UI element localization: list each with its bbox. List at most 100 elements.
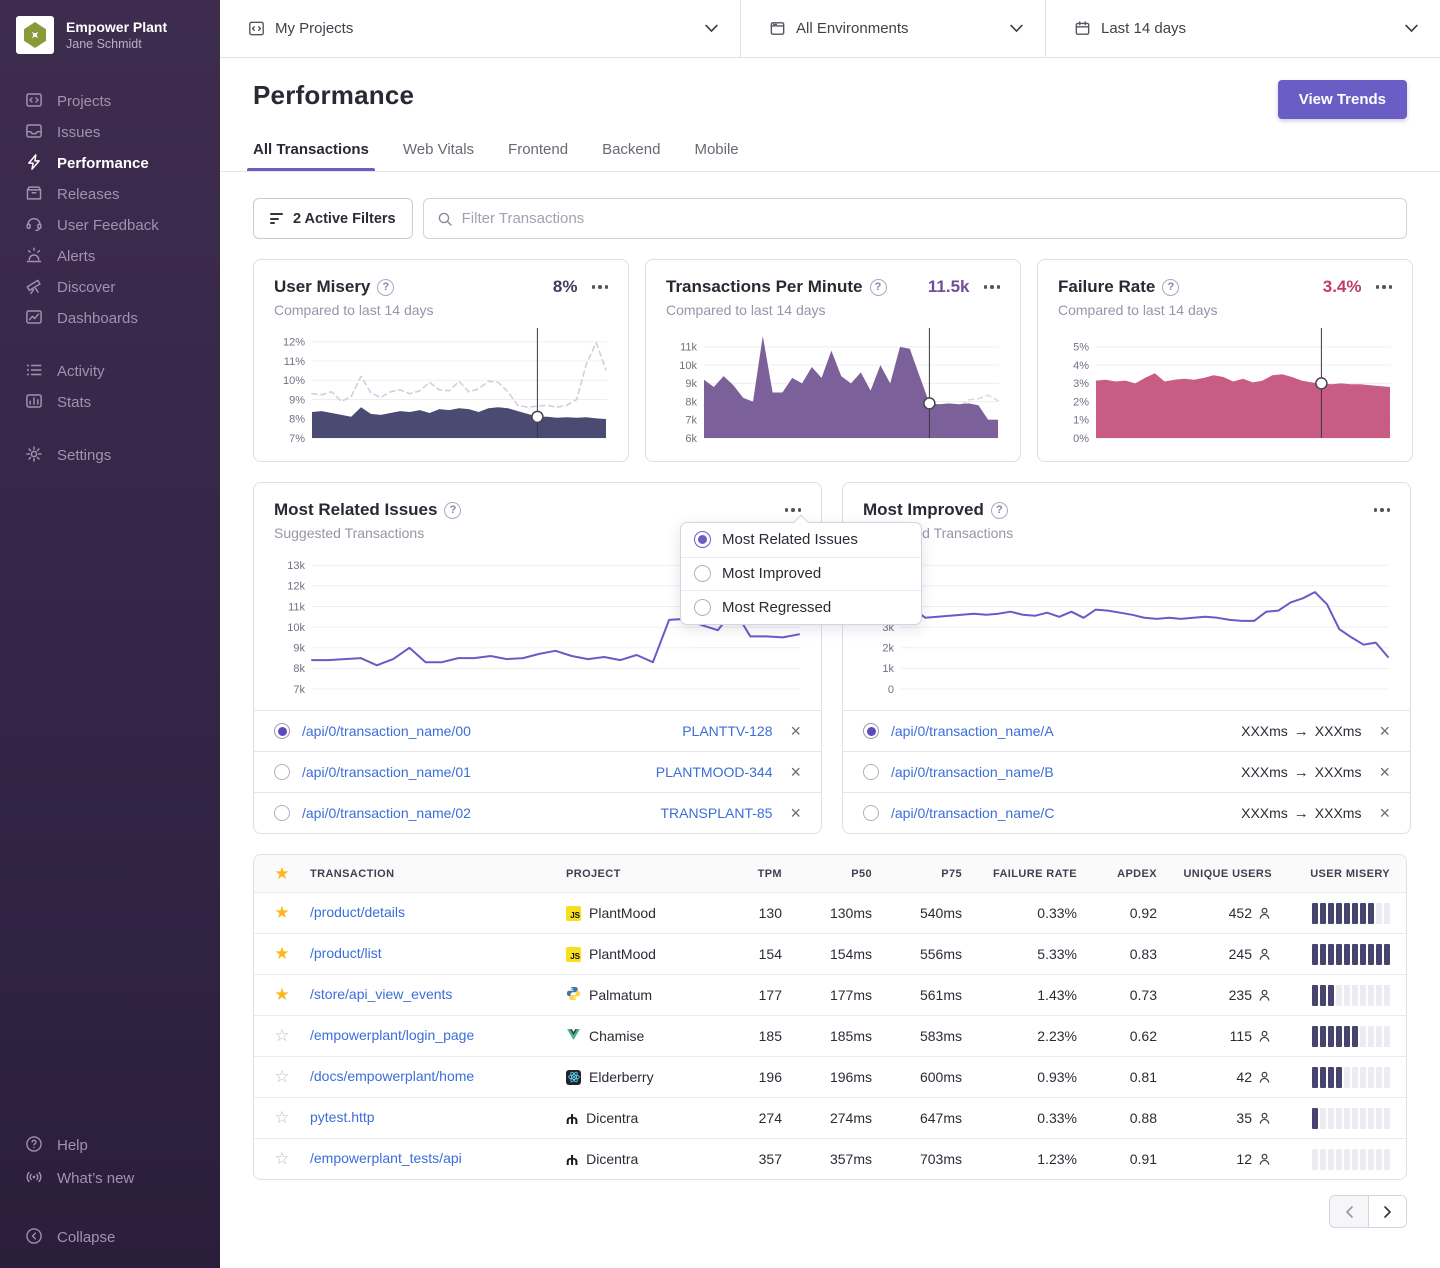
sidebar-item-stats[interactable]: Stats: [0, 387, 220, 418]
ellipsis-menu-icon[interactable]: [785, 504, 802, 516]
tab-all-transactions[interactable]: All Transactions: [253, 141, 369, 171]
svg-text:5%: 5%: [1073, 342, 1089, 354]
close-icon[interactable]: ×: [790, 722, 801, 740]
ellipsis-menu-icon[interactable]: [984, 281, 1001, 293]
sidebar-item-alerts[interactable]: Alerts: [0, 241, 220, 272]
close-icon[interactable]: ×: [1379, 763, 1390, 781]
sidebar-item-label: Releases: [57, 186, 120, 203]
favorite-star[interactable]: ☆: [254, 1108, 310, 1128]
tpm-chart[interactable]: 11k10k9k8k7k6k: [666, 326, 1000, 446]
transaction-link[interactable]: /product/details: [310, 904, 405, 920]
help-circle-icon[interactable]: ?: [444, 502, 461, 519]
sidebar-item-settings[interactable]: Settings: [0, 440, 220, 471]
transaction-link[interactable]: /api/0/transaction_name/01: [302, 764, 471, 780]
transaction-link[interactable]: /empowerplant_tests/api: [310, 1150, 462, 1166]
transaction-link[interactable]: /empowerplant/login_page: [310, 1027, 474, 1043]
chevron-left-icon: [1344, 1205, 1355, 1219]
col-project[interactable]: PROJECT: [566, 868, 716, 880]
radio-selected[interactable]: [863, 723, 879, 739]
close-icon[interactable]: ×: [1379, 804, 1390, 822]
user-misery-chart[interactable]: 12%11%10%9%8%7%: [274, 326, 608, 446]
favorite-star[interactable]: ☆: [254, 1026, 310, 1046]
transaction-link[interactable]: /api/0/transaction_name/02: [302, 805, 471, 821]
org-switcher[interactable]: Empower Plant Jane Schmidt: [0, 16, 220, 60]
sidebar-item-whats-new[interactable]: What’s new: [0, 1162, 220, 1195]
date-range-selector[interactable]: Last 14 days: [1046, 0, 1440, 57]
menu-item-most-improved[interactable]: Most Improved: [681, 557, 921, 591]
transaction-link[interactable]: /store/api_view_events: [310, 986, 452, 1002]
favorite-star[interactable]: ★: [254, 985, 310, 1005]
transaction-link[interactable]: /api/0/transaction_name/A: [891, 723, 1054, 739]
col-tpm[interactable]: TPM: [716, 868, 786, 880]
menu-item-most-related-issues[interactable]: Most Related Issues: [681, 523, 921, 557]
col-user-misery[interactable]: USER MISERY: [1276, 868, 1406, 880]
transaction-link[interactable]: /api/0/transaction_name/00: [302, 723, 471, 739]
close-icon[interactable]: ×: [1379, 722, 1390, 740]
svg-text:3%: 3%: [1073, 378, 1089, 390]
tab-mobile[interactable]: Mobile: [694, 141, 738, 171]
sidebar-item-projects[interactable]: Projects: [0, 86, 220, 117]
menu-item-most-regressed[interactable]: Most Regressed: [681, 590, 921, 624]
favorite-star[interactable]: ★: [254, 903, 310, 923]
radio-unselected[interactable]: [863, 764, 879, 780]
tab-web-vitals[interactable]: Web Vitals: [403, 141, 474, 171]
radio-selected[interactable]: [274, 723, 290, 739]
project-name: PlantMood: [589, 946, 656, 962]
transaction-link[interactable]: /product/list: [310, 945, 382, 961]
sidebar-item-performance[interactable]: Performance: [0, 148, 220, 179]
user-misery-bars: [1276, 1108, 1406, 1129]
transaction-link[interactable]: /api/0/transaction_name/C: [891, 805, 1054, 821]
transaction-link[interactable]: /api/0/transaction_name/B: [891, 764, 1054, 780]
issue-link[interactable]: PLANTTV-128: [682, 723, 772, 739]
favorite-star[interactable]: ★: [254, 944, 310, 964]
list-item: /api/0/transaction_name/B XXXms→XXXms×: [843, 751, 1410, 792]
transaction-link[interactable]: pytest.http: [310, 1109, 375, 1125]
help-circle-icon[interactable]: ?: [1162, 279, 1179, 296]
help-circle-icon[interactable]: ?: [991, 502, 1008, 519]
sidebar-item-help[interactable]: Help: [0, 1129, 220, 1162]
radio-unselected[interactable]: [274, 805, 290, 821]
col-failure-rate[interactable]: FAILURE RATE: [966, 868, 1081, 880]
ellipsis-menu-icon[interactable]: [1374, 504, 1391, 516]
sidebar-item-user-feedback[interactable]: User Feedback: [0, 210, 220, 241]
issue-link[interactable]: TRANSPLANT-85: [660, 805, 772, 821]
favorite-star[interactable]: ☆: [254, 1067, 310, 1087]
failure-rate-chart[interactable]: 5%4%3%2%1%0%: [1058, 326, 1392, 446]
ellipsis-menu-icon[interactable]: [1376, 281, 1393, 293]
project-selector[interactable]: My Projects: [220, 0, 741, 57]
sidebar-item-issues[interactable]: Issues: [0, 117, 220, 148]
help-circle-icon[interactable]: ?: [870, 279, 887, 296]
previous-page-button[interactable]: [1330, 1196, 1368, 1227]
most-improved-chart[interactable]: 3k2k1k0: [863, 547, 1390, 697]
favorite-star[interactable]: ☆: [254, 1149, 310, 1169]
radio-unselected[interactable]: [863, 805, 879, 821]
col-transaction[interactable]: TRANSACTION: [310, 868, 566, 880]
col-unique-users[interactable]: UNIQUE USERS: [1161, 868, 1276, 880]
sidebar-item-activity[interactable]: Activity: [0, 356, 220, 387]
view-trends-button[interactable]: View Trends: [1278, 80, 1407, 119]
ellipsis-menu-icon[interactable]: [592, 281, 609, 293]
sidebar-item-releases[interactable]: Releases: [0, 179, 220, 210]
issue-link[interactable]: PLANTMOOD-344: [656, 764, 773, 780]
active-filters-button[interactable]: 2 Active Filters: [253, 198, 413, 239]
close-icon[interactable]: ×: [790, 804, 801, 822]
radio-unselected: [694, 565, 711, 582]
close-icon[interactable]: ×: [790, 763, 801, 781]
col-p75[interactable]: P75: [876, 868, 966, 880]
next-page-button[interactable]: [1368, 1196, 1406, 1227]
sidebar-item-dashboards[interactable]: Dashboards: [0, 303, 220, 334]
sidebar-collapse-button[interactable]: Collapse: [0, 1221, 220, 1254]
col-p50[interactable]: P50: [786, 868, 876, 880]
menu-item-label: Most Regressed: [722, 599, 831, 616]
sidebar-item-label: Issues: [57, 124, 100, 141]
sidebar-item-discover[interactable]: Discover: [0, 272, 220, 303]
environment-selector[interactable]: All Environments: [741, 0, 1046, 57]
lightning-icon: [25, 153, 43, 175]
help-circle-icon[interactable]: ?: [377, 279, 394, 296]
radio-unselected[interactable]: [274, 764, 290, 780]
search-input[interactable]: [462, 210, 1393, 227]
transaction-link[interactable]: /docs/empowerplant/home: [310, 1068, 474, 1084]
col-apdex[interactable]: APDEX: [1081, 868, 1161, 880]
tab-frontend[interactable]: Frontend: [508, 141, 568, 171]
tab-backend[interactable]: Backend: [602, 141, 660, 171]
